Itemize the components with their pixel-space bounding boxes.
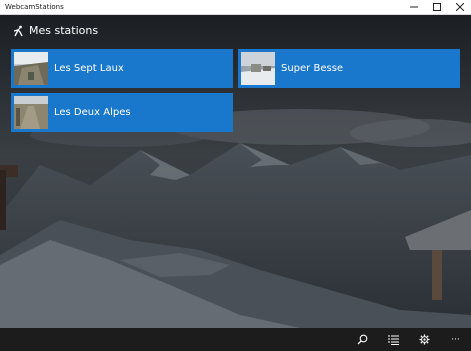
bottom-app-bar: ··· (0, 328, 471, 351)
skier-icon (13, 25, 23, 36)
maximize-button[interactable] (425, 0, 448, 14)
gear-icon (419, 334, 430, 345)
station-tile-les-sept-laux[interactable]: Les Sept Laux (11, 49, 233, 88)
station-name: Les Sept Laux (54, 63, 124, 74)
station-name: Super Besse (281, 63, 344, 74)
maximize-icon (432, 3, 441, 11)
search-icon (357, 334, 368, 345)
close-button[interactable] (448, 0, 471, 14)
close-icon (455, 3, 464, 11)
more-icon: ··· (451, 334, 460, 345)
search-button[interactable] (347, 328, 378, 351)
settings-button[interactable] (409, 328, 440, 351)
window-title-bar: WebcamStations (0, 0, 471, 15)
station-tile-les-deux-alpes[interactable]: Les Deux Alpes (11, 93, 233, 132)
station-thumbnail (14, 52, 48, 85)
station-name: Les Deux Alpes (54, 107, 131, 118)
list-button[interactable] (378, 328, 409, 351)
page-title: Mes stations (29, 24, 99, 37)
list-icon (388, 335, 399, 345)
window-title: WebcamStations (5, 3, 64, 11)
station-thumbnail (14, 96, 48, 129)
page-header: Mes stations (12, 24, 98, 37)
minimize-icon (409, 6, 418, 8)
station-thumbnail (241, 52, 275, 85)
more-button[interactable]: ··· (440, 328, 471, 351)
minimize-button[interactable] (402, 0, 425, 14)
station-tile-super-besse[interactable]: Super Besse (238, 49, 460, 88)
